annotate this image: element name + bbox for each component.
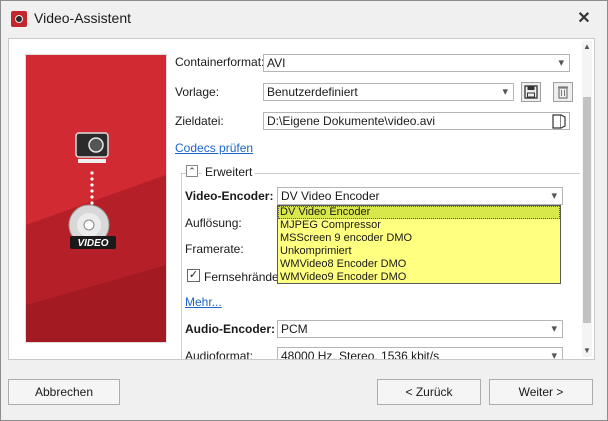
audioformat-value: 48000 Hz, Stereo, 1536 kbit/s (281, 349, 440, 360)
video-encoder-select[interactable]: DV Video Encoder (277, 187, 563, 205)
disc-label: VIDEO (77, 238, 108, 249)
zieldatei-label: Zieldatei: (175, 114, 224, 128)
dropdown-option[interactable]: MSScreen 9 encoder DMO (278, 232, 560, 245)
collapse-advanced-icon[interactable]: ⌃ (186, 165, 198, 177)
scroll-down-icon[interactable]: ▼ (582, 345, 592, 357)
audioformat-select[interactable]: 48000 Hz, Stereo, 1536 kbit/s (277, 347, 563, 360)
next-button[interactable]: Weiter > (489, 379, 593, 405)
audio-encoder-select[interactable]: PCM (277, 320, 563, 338)
side-art-graphic: VIDEO (26, 55, 166, 342)
vorlage-select[interactable]: Benutzerdefiniert (263, 83, 514, 101)
dropdown-option[interactable]: WMVideo8 Encoder DMO (278, 258, 560, 271)
containerformat-value: AVI (267, 56, 286, 70)
audio-encoder-label: Audio-Encoder: (185, 322, 275, 336)
aufloesung-label: Auflösung: (185, 216, 242, 230)
video-encoder-dropdown-list[interactable]: DV Video Encoder MJPEG Compressor MSScre… (277, 205, 561, 284)
save-template-button[interactable] (521, 82, 541, 102)
window-title: Video-Assistent (34, 10, 132, 26)
app-icon (11, 11, 27, 27)
zieldatei-value: D:\Eigene Dokumente\video.avi (267, 114, 436, 128)
dropdown-option[interactable]: MJPEG Compressor (278, 219, 560, 232)
audio-encoder-value: PCM (281, 322, 308, 336)
fernsehraender-label: Fernsehränder (204, 270, 283, 284)
containerformat-select[interactable]: AVI (263, 54, 570, 72)
dropdown-option[interactable]: Unkomprimiert (278, 245, 560, 258)
audioformat-label: Audioformat: (185, 349, 254, 360)
close-icon[interactable]: ✕ (573, 8, 595, 30)
framerate-label: Framerate: (185, 242, 244, 256)
floppy-disk-icon (524, 85, 538, 99)
vertical-scrollbar[interactable]: ▲ ▼ (582, 41, 592, 357)
trash-icon (558, 86, 568, 99)
advanced-group-title: Erweitert (202, 165, 256, 179)
containerformat-label: Containerformat: (175, 55, 265, 69)
video-encoder-value: DV Video Encoder (281, 189, 380, 203)
fernsehraender-checkbox[interactable]: ✓ (187, 269, 200, 282)
dropdown-option[interactable]: WMVideo9 Encoder DMO (278, 271, 560, 284)
vorlage-value: Benutzerdefiniert (267, 85, 358, 99)
dropdown-option[interactable]: DV Video Encoder (278, 206, 560, 219)
vorlage-label: Vorlage: (175, 85, 220, 99)
video-encoder-label: Video-Encoder: (185, 189, 274, 203)
wizard-side-image: VIDEO (26, 55, 166, 342)
cancel-button[interactable]: Abbrechen (8, 379, 120, 405)
back-button[interactable]: < Zurück (377, 379, 481, 405)
codecs-check-link[interactable]: Codecs prüfen (175, 141, 253, 155)
delete-template-button[interactable] (553, 82, 573, 102)
mehr-link[interactable]: Mehr... (185, 295, 222, 309)
video-assistant-window: Video-Assistent ✕ VIDEO Containerformat:… (0, 0, 608, 421)
zieldatei-input[interactable]: D:\Eigene Dokumente\video.avi (263, 112, 570, 130)
scroll-up-icon[interactable]: ▲ (582, 41, 592, 53)
wizard-content: VIDEO Containerformat: AVI Vorlage: Benu… (8, 38, 595, 360)
open-folder-icon[interactable] (551, 112, 567, 130)
scrollbar-thumb[interactable] (583, 97, 591, 323)
title-bar: Video-Assistent ✕ (1, 1, 607, 37)
